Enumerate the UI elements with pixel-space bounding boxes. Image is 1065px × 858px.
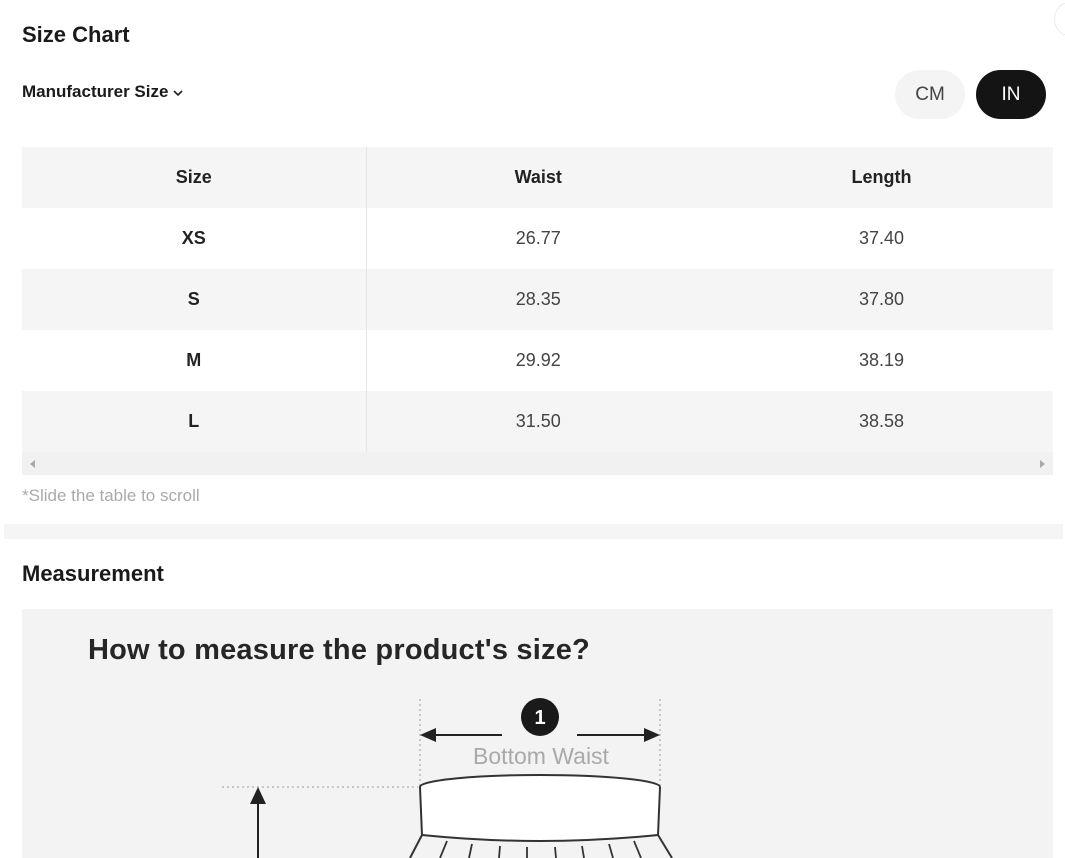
waist-cell: 31.50 [515,411,561,431]
chevron-down-icon [173,90,184,97]
length-cell: 37.40 [858,228,905,248]
corner-control[interactable] [1054,2,1065,36]
table-row: XS 26.77 37.40 [22,208,1053,269]
size-table: Size Waist Length XS 26.77 37.40 S 28.35… [22,147,1054,452]
table-row: L 31.50 38.58 [22,391,1053,452]
size-cell: L [22,391,367,452]
header-waist: Waist [514,167,562,187]
unit-in-button[interactable]: IN [976,70,1046,119]
skirt-diagram: 1 Bottom Waist [222,698,673,858]
waist-cell: 26.77 [515,228,561,248]
measurement-title: Measurement [22,561,164,586]
waist-cell: 29.92 [515,350,561,370]
unit-toggle: CM IN [895,70,1046,119]
measurement-illustration: How to measure the product's size? 1 Bot… [22,609,1053,858]
size-cell: XS [22,208,367,269]
size-cell: M [22,330,367,391]
size-cell: S [22,269,367,330]
length-cell: 37.80 [858,289,905,309]
scroll-left-icon[interactable] [30,459,35,468]
unit-cm-button[interactable]: CM [895,70,965,119]
horizontal-scrollbar[interactable] [22,452,1053,475]
size-chart-page: Size Chart Manufacturer Size CM IN Size … [0,0,1065,858]
measure-badge-number: 1 [534,707,545,729]
size-table-container[interactable]: Size Waist Length XS 26.77 37.40 S 28.35… [22,147,1053,452]
bottom-waist-label: Bottom Waist [473,743,610,769]
waist-cell: 28.35 [515,289,561,309]
length-cell: 38.58 [858,411,905,431]
manufacturer-size-dropdown[interactable]: Manufacturer Size [22,82,184,102]
manufacturer-size-label: Manufacturer Size [22,82,169,101]
length-cell: 38.19 [858,350,905,370]
table-row: S 28.35 37.80 [22,269,1053,330]
size-chart-title: Size Chart [22,22,130,47]
scroll-hint: *Slide the table to scroll [22,486,200,505]
header-size: Size [22,147,367,208]
table-row: M 29.92 38.19 [22,330,1053,391]
scroll-right-icon[interactable] [1040,459,1045,468]
table-header-row: Size Waist Length [22,147,1053,208]
header-length: Length [851,167,912,187]
section-divider [4,524,1063,539]
